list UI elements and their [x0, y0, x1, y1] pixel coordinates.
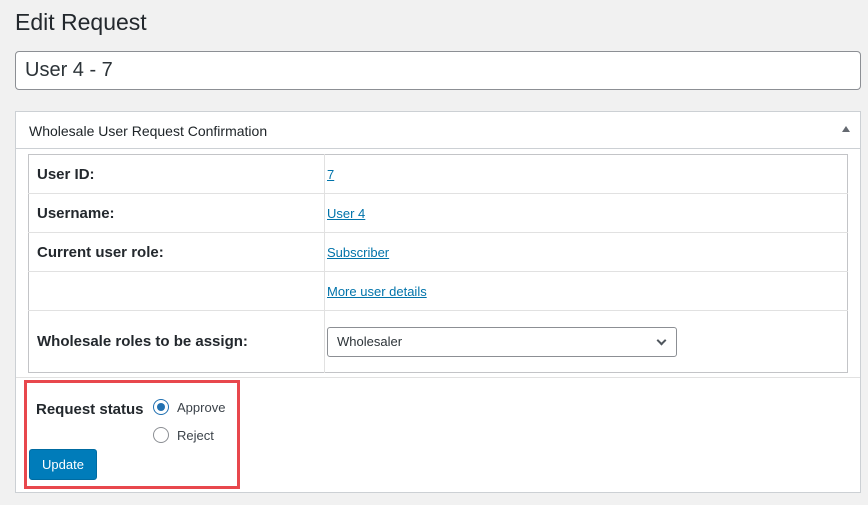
title-input[interactable] — [15, 51, 861, 90]
username-label: Username: — [28, 193, 325, 233]
current-role-label: Current user role: — [28, 232, 325, 272]
user-id-label: User ID: — [28, 154, 325, 194]
page-title: Edit Request — [15, 9, 147, 35]
wholesale-role-select[interactable]: Wholesaler — [327, 326, 677, 357]
table-row: Current user role: Subscriber — [28, 232, 848, 272]
wholesale-role-selected: Wholesaler — [337, 333, 403, 349]
metabox-title: Wholesale User Request Confirmation — [29, 123, 268, 139]
metabox-header[interactable]: Wholesale User Request Confirmation — [16, 112, 860, 149]
reject-option[interactable]: Reject — [153, 427, 214, 443]
current-role-link[interactable]: Subscriber — [327, 245, 389, 260]
approve-option[interactable]: Approve — [153, 399, 225, 415]
empty-label — [28, 271, 325, 311]
reject-radio[interactable] — [153, 427, 169, 443]
update-button[interactable]: Update — [29, 449, 97, 480]
table-row: More user details — [28, 271, 848, 311]
request-status-label: Request status — [36, 401, 144, 418]
user-id-link[interactable]: 7 — [327, 167, 334, 182]
username-link[interactable]: User 4 — [327, 206, 365, 221]
approve-label: Approve — [177, 399, 226, 415]
wholesale-request-metabox: Wholesale User Request Confirmation User… — [15, 111, 861, 493]
chevron-down-icon — [656, 335, 667, 345]
approve-radio[interactable] — [153, 399, 169, 415]
arrow-up-icon[interactable] — [842, 126, 850, 132]
table-row: Wholesale roles to be assign: Wholesaler — [28, 310, 848, 373]
table-row: Username: User 4 — [28, 193, 848, 233]
divider — [16, 377, 860, 378]
user-info-table: User ID: 7 Username: User 4 Current user… — [28, 154, 848, 373]
table-row: User ID: 7 — [28, 154, 848, 194]
wholesale-roles-label: Wholesale roles to be assign: — [28, 310, 325, 373]
request-status-section: Request status Approve Reject Update — [24, 380, 240, 489]
more-user-details-link[interactable]: More user details — [327, 284, 427, 299]
reject-label: Reject — [177, 427, 214, 443]
